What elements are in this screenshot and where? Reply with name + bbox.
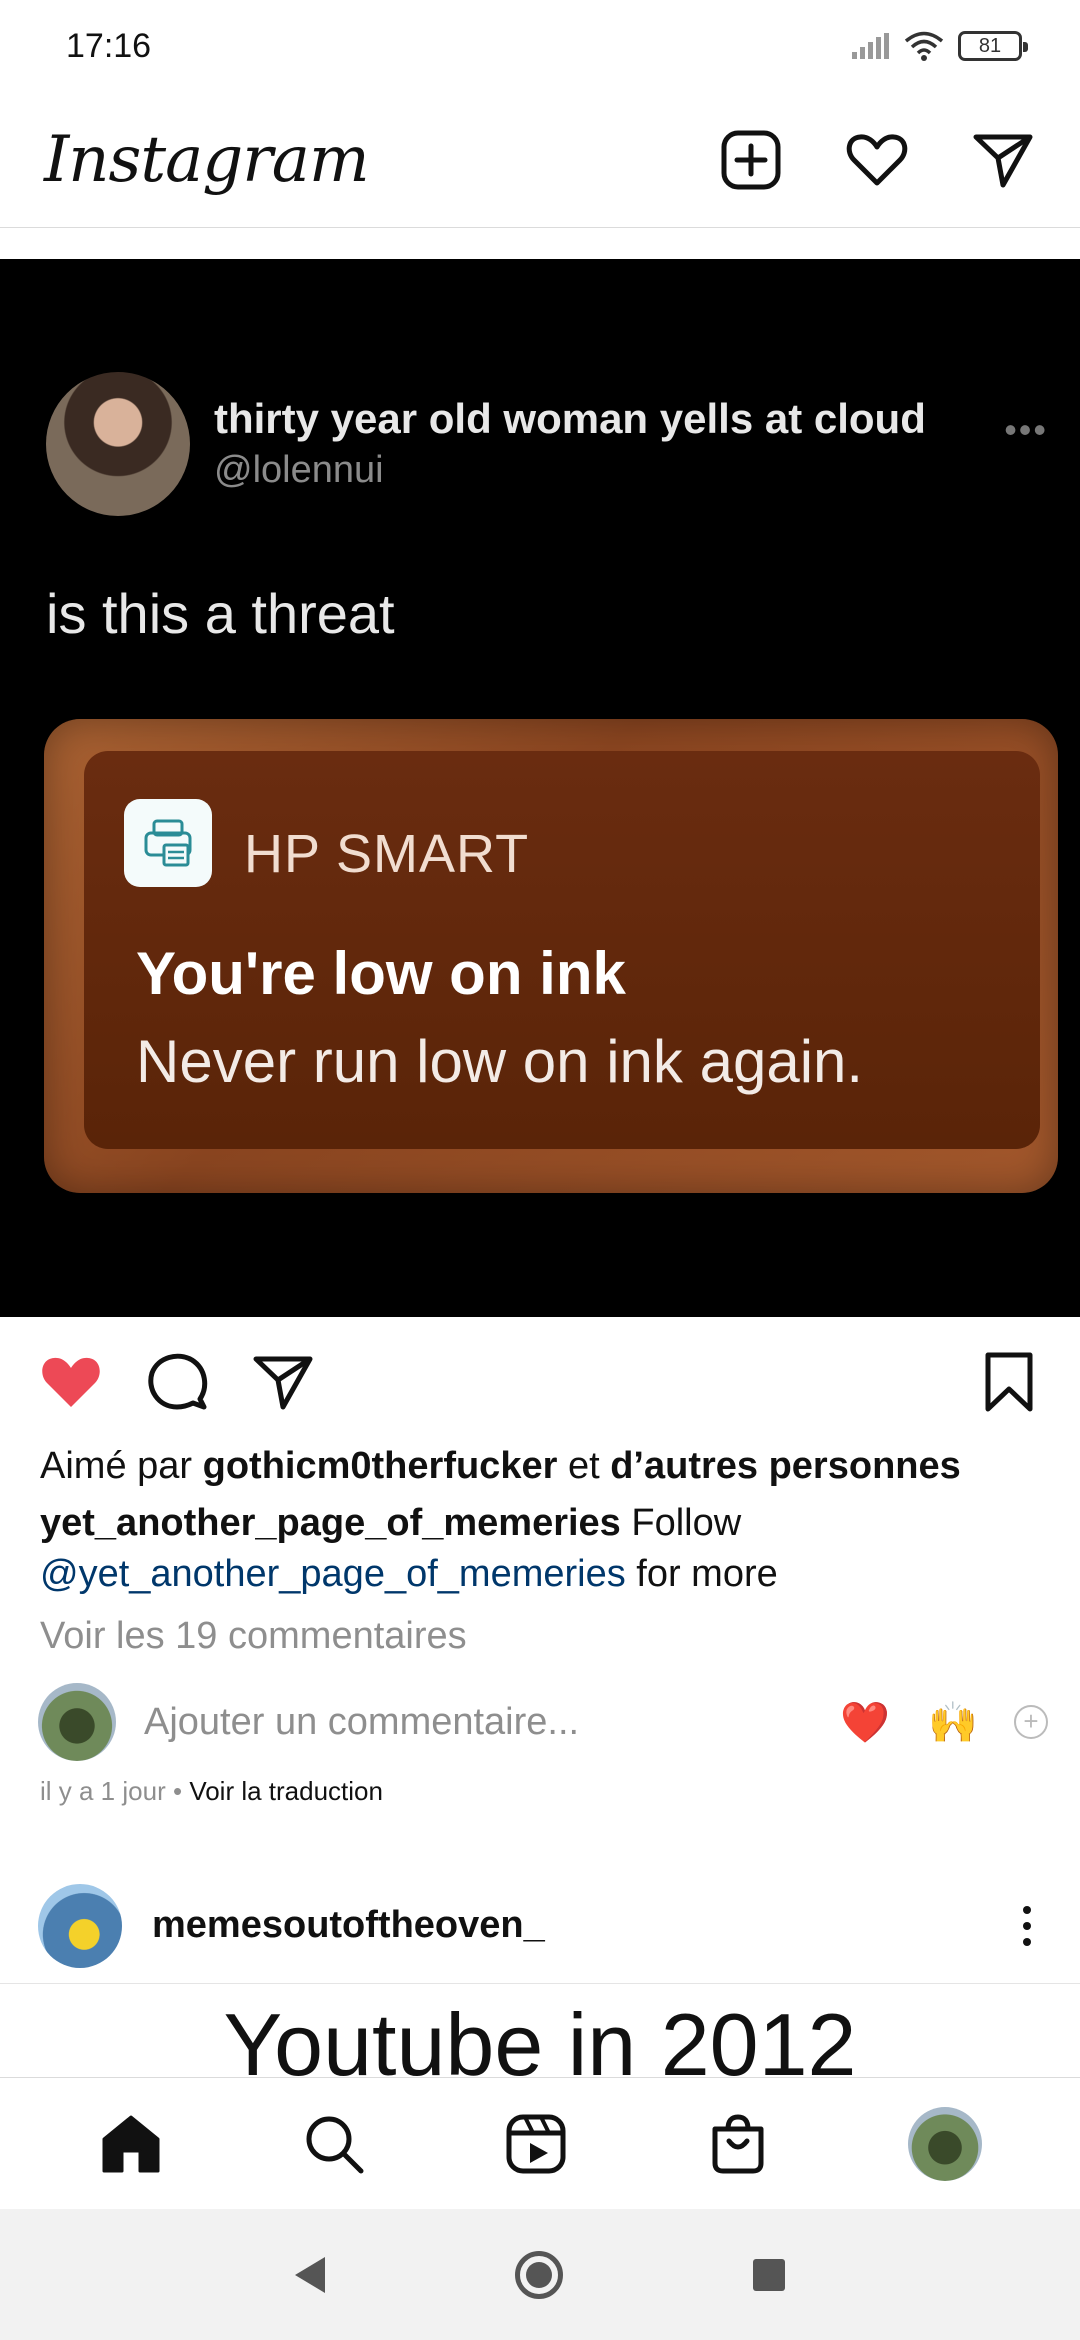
status-bar: 17:16 81 xyxy=(0,0,1080,92)
tweet-more-icon: ••• xyxy=(1004,409,1048,450)
search-icon[interactable] xyxy=(301,2111,367,2177)
signal-icon xyxy=(852,33,889,59)
share-icon[interactable] xyxy=(250,1349,316,1415)
tweet-display-name: thirty year old woman yells at cloud xyxy=(214,395,926,442)
direct-message-icon[interactable] xyxy=(970,127,1036,193)
caption-line-2: @yet_another_page_of_memeries for more xyxy=(40,1553,778,1596)
comment-icon[interactable] xyxy=(144,1349,210,1415)
notification-card: HP SMART You're low on ink Never run low… xyxy=(44,719,1058,1193)
separator-dot: • xyxy=(172,1776,183,1806)
next-post-media-text: Youtube in 2012 xyxy=(223,1995,857,2077)
likes-user[interactable]: gothicm0therfucker xyxy=(203,1445,558,1487)
next-post-media[interactable]: Youtube in 2012 xyxy=(0,1985,1080,2077)
app-header: Instagram xyxy=(0,92,1080,228)
next-post-header: memesoutoftheoven_ xyxy=(0,1868,1080,1984)
recent-apps-icon[interactable] xyxy=(753,2258,785,2291)
post-action-bar xyxy=(0,1317,1080,1447)
printer-icon xyxy=(124,799,212,887)
comment-input[interactable]: Ajouter un commentaire... xyxy=(144,1701,802,1744)
tweet-avatar xyxy=(46,372,190,516)
post-time-ago: il y a 1 jour xyxy=(40,1776,166,1806)
activity-heart-icon[interactable] xyxy=(844,127,910,193)
battery-level: 81 xyxy=(978,34,1002,57)
my-avatar xyxy=(38,1683,116,1761)
next-post-avatar[interactable] xyxy=(38,1883,122,1968)
quick-raised-hands-emoji[interactable]: 🙌 xyxy=(928,1699,978,1746)
caption-text: Follow xyxy=(631,1502,742,1544)
notification-title: You're low on ink xyxy=(136,940,626,1007)
tweet-handle: @lolennui xyxy=(214,449,384,491)
shop-icon[interactable] xyxy=(705,2111,771,2177)
instagram-logo[interactable]: Instagram xyxy=(44,123,718,197)
home-circle-icon[interactable] xyxy=(515,2250,563,2299)
home-icon[interactable] xyxy=(98,2111,164,2177)
back-icon[interactable] xyxy=(295,2256,325,2293)
header-actions xyxy=(718,127,1036,193)
next-post-username[interactable]: memesoutoftheoven_ xyxy=(152,1904,1012,1947)
new-post-icon[interactable] xyxy=(718,127,784,193)
wifi-icon xyxy=(904,31,944,61)
caption-username[interactable]: yet_another_page_of_memeries xyxy=(40,1502,621,1544)
caption-tail: for more xyxy=(636,1553,778,1595)
save-bookmark-icon[interactable] xyxy=(976,1349,1042,1415)
post-timestamp-row: il y a 1 jour • Voir la traduction xyxy=(40,1776,383,1807)
more-options-icon[interactable] xyxy=(1012,1902,1042,1950)
add-comment-row: Ajouter un commentaire... ❤️ 🙌 + xyxy=(38,1682,1048,1762)
profile-avatar[interactable] xyxy=(907,2106,982,2181)
notification-app-name: HP SMART xyxy=(244,824,530,884)
battery-icon: 81 xyxy=(958,31,1028,61)
likes-line[interactable]: Aimé par gothicm0therfucker et d’autres … xyxy=(40,1445,961,1488)
likes-conj: et xyxy=(567,1445,600,1487)
reels-icon[interactable] xyxy=(503,2111,569,2177)
notification-body: Never run low on ink again. xyxy=(136,1028,864,1095)
caption-mention[interactable]: @yet_another_page_of_memeries xyxy=(40,1553,626,1595)
see-translation-link[interactable]: Voir la traduction xyxy=(189,1776,383,1806)
caption-line-1: yet_another_page_of_memeries Follow xyxy=(40,1502,741,1545)
status-time: 17:16 xyxy=(66,26,152,65)
status-icons: 81 xyxy=(850,30,1028,62)
system-navigation-bar xyxy=(0,2209,1080,2340)
post-media[interactable]: thirty year old woman yells at cloud @lo… xyxy=(0,259,1080,1317)
bottom-nav xyxy=(0,2077,1080,2209)
like-heart-icon[interactable] xyxy=(38,1349,104,1415)
quick-heart-emoji[interactable]: ❤️ xyxy=(840,1699,890,1746)
tweet-text: is this a threat xyxy=(46,582,395,645)
likes-prefix: Aimé par xyxy=(40,1445,193,1487)
more-emoji-icon[interactable]: + xyxy=(1014,1705,1048,1739)
view-comments-link[interactable]: Voir les 19 commentaires xyxy=(40,1615,467,1658)
likes-others[interactable]: d’autres personnes xyxy=(610,1445,961,1487)
